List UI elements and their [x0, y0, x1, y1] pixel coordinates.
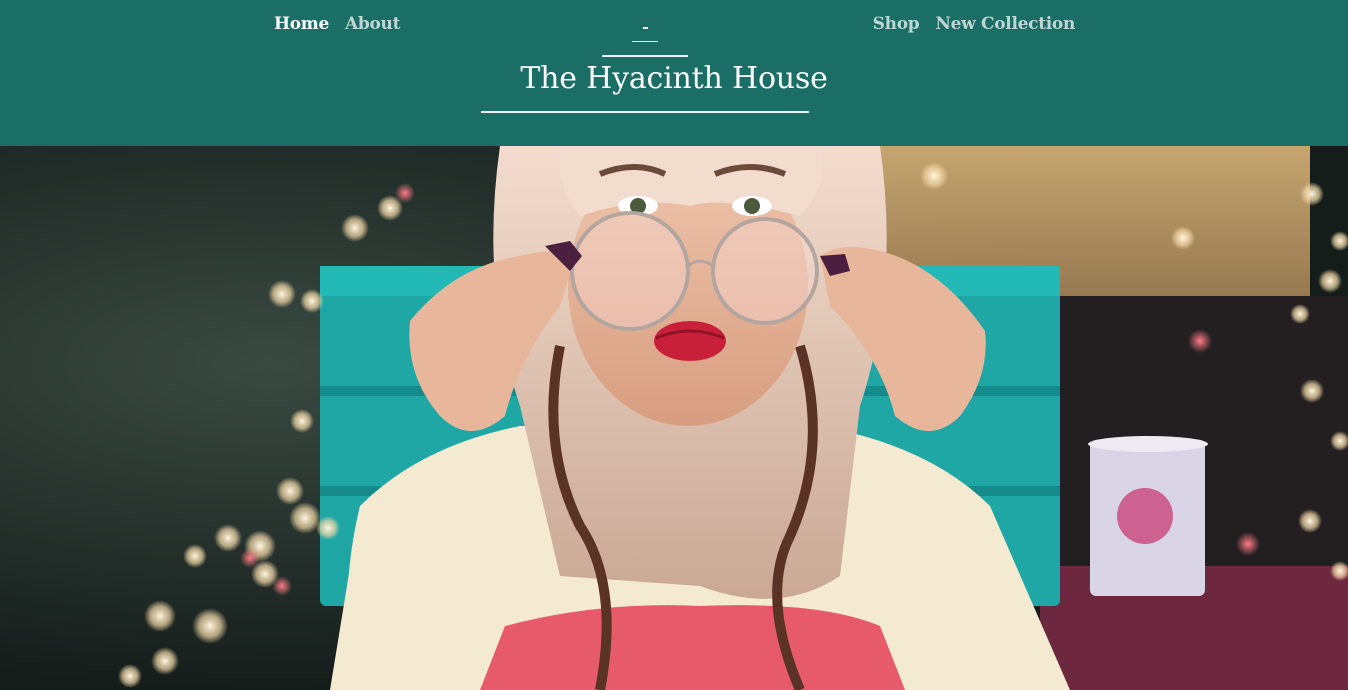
site-title[interactable]: The Hyacinth House: [0, 59, 1348, 99]
logo-dash: [643, 27, 648, 29]
nav-home-link[interactable]: Home: [274, 12, 329, 36]
hero-photo: [0, 146, 1348, 690]
nav-shop-link[interactable]: Shop: [873, 12, 920, 36]
nav-right: Shop New Collection: [873, 12, 1076, 36]
site-header: Home About The Hyacinth House Shop New C…: [0, 0, 1348, 146]
logo-divider-bottom: [481, 111, 809, 113]
nav-about-link[interactable]: About: [345, 12, 400, 36]
nav-left: Home About: [274, 12, 400, 36]
nav-new-collection-link[interactable]: New Collection: [935, 12, 1075, 36]
logo-divider-top: [602, 55, 688, 57]
hero-image: [0, 146, 1348, 690]
logo-icon[interactable]: [632, 14, 658, 42]
